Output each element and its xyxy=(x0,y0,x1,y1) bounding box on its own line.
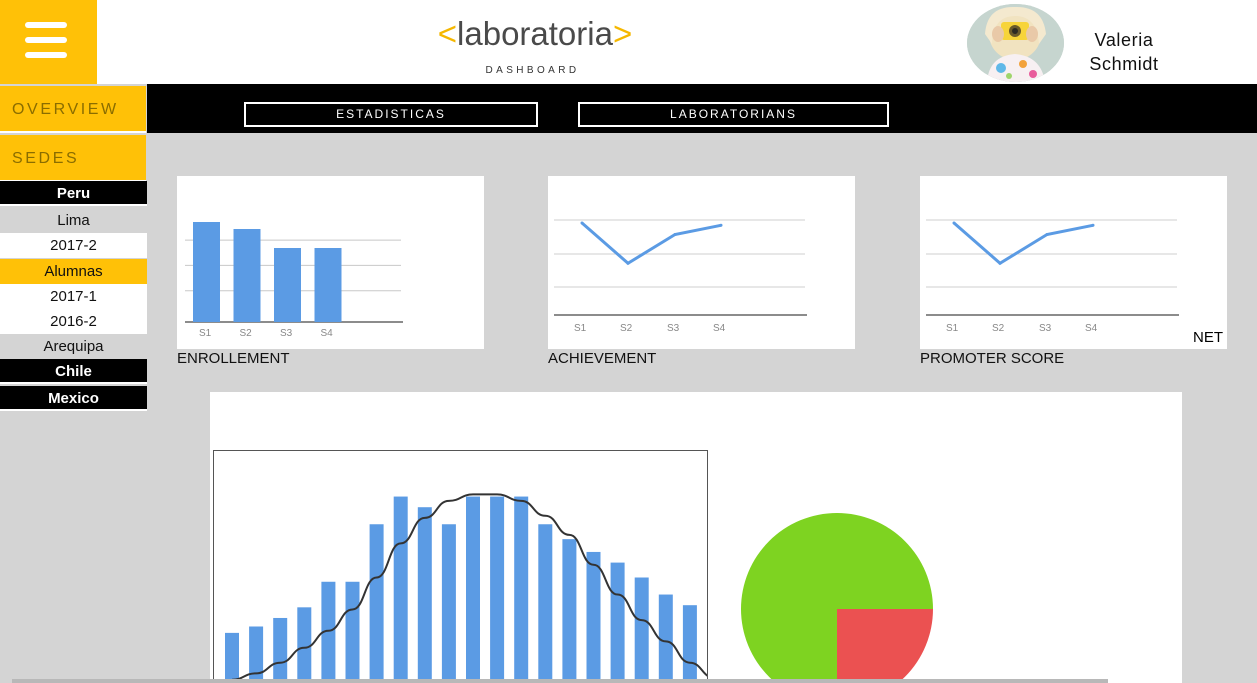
enrollment-chart: S1 S2 S3 S4 xyxy=(185,222,403,339)
sidebar: OVERVIEW SEDES Peru Lima 2017-2 Alumnas … xyxy=(0,84,147,414)
data-point xyxy=(998,261,1002,265)
bar xyxy=(441,524,456,683)
bar xyxy=(634,577,649,683)
promoter-chart: S1 S2 S3 S4 xyxy=(926,219,1179,334)
tick-label: S2 xyxy=(620,323,633,334)
tick-label: S3 xyxy=(1039,323,1052,334)
hamburger-icon xyxy=(25,22,67,28)
net-label: NET xyxy=(1193,329,1223,346)
data-point xyxy=(952,221,956,225)
hamburger-menu-button[interactable] xyxy=(0,0,97,84)
sidebar-sedes[interactable]: SEDES xyxy=(0,135,146,182)
horizontal-scrollbar[interactable] xyxy=(12,679,1108,683)
logo-bracket-close: > xyxy=(612,15,633,52)
sidebar-item-2016-2[interactable]: 2016-2 xyxy=(0,309,147,334)
sidebar-item-lima[interactable]: Lima xyxy=(0,208,147,233)
logo: <laboratoria> xyxy=(415,12,655,56)
user-last-name: Schmidt xyxy=(1089,54,1159,74)
pie-chart xyxy=(741,513,933,683)
tick-label: S4 xyxy=(1085,323,1098,334)
achievement-card: S1 S2 S3 S4 xyxy=(548,176,855,349)
bar xyxy=(193,222,220,322)
histogram-chart xyxy=(225,493,721,683)
sidebar-item-arequipa[interactable]: Arequipa xyxy=(0,334,147,359)
bar xyxy=(466,496,480,683)
bar xyxy=(225,632,239,683)
sidebar-item-peru[interactable]: Peru xyxy=(0,181,147,206)
bar xyxy=(345,581,360,683)
top-bar: <laboratoria> DASHBOARD Valeria Schmidt xyxy=(0,0,1257,84)
bar xyxy=(562,539,577,683)
hamburger-icon-line xyxy=(25,52,67,58)
nav-bar: ESTADISTICAS LABORATORIANS xyxy=(147,84,1257,133)
bar xyxy=(369,524,384,683)
enrollment-card: S1 S2 S3 S4 xyxy=(177,176,484,349)
bar xyxy=(233,229,261,322)
user-name[interactable]: Valeria Schmidt xyxy=(1079,28,1169,76)
pie-slice xyxy=(837,609,933,683)
tick-label: S1 xyxy=(199,328,212,339)
promoter-card: S1 S2 S3 S4 NET xyxy=(920,176,1227,349)
promoter-score-label: PROMOTER SCORE xyxy=(920,350,1065,367)
bar xyxy=(297,607,312,683)
tick-label: S1 xyxy=(574,323,587,334)
data-point xyxy=(1045,233,1049,236)
bar xyxy=(538,524,553,683)
bar xyxy=(514,496,529,683)
bar xyxy=(490,496,505,683)
sidebar-item-chile[interactable]: Chile xyxy=(0,359,147,384)
avatar[interactable] xyxy=(967,4,1064,82)
achievement-label: ACHIEVEMENT xyxy=(548,350,657,367)
bar xyxy=(417,507,432,683)
sidebar-item-2017-1[interactable]: 2017-1 xyxy=(0,284,147,309)
logo-bracket-open: < xyxy=(437,15,458,52)
achievement-chart: S1 S2 S3 S4 xyxy=(554,219,807,334)
tick-label: S4 xyxy=(321,328,334,339)
sidebar-item-alumnas[interactable]: Alumnas xyxy=(0,259,147,284)
hamburger-icon-line xyxy=(25,37,67,43)
series-line xyxy=(581,221,722,266)
logo-text: laboratoria xyxy=(457,15,613,52)
data-point xyxy=(626,261,630,265)
tick-label: S2 xyxy=(992,323,1005,334)
logo-subtitle: DASHBOARD xyxy=(485,65,580,76)
bar xyxy=(393,496,408,683)
data-point xyxy=(580,221,584,225)
data-point xyxy=(673,233,677,236)
sidebar-item-mexico[interactable]: Mexico xyxy=(0,386,147,411)
tick-label: S2 xyxy=(240,328,253,339)
bar xyxy=(273,617,288,683)
tick-label: S3 xyxy=(667,323,680,334)
bar xyxy=(682,605,697,683)
bar xyxy=(314,248,342,322)
estadisticas-button[interactable]: ESTADISTICAS xyxy=(244,102,538,127)
avatar-photo-icon xyxy=(967,4,1064,82)
user-first-name: Valeria xyxy=(1094,30,1154,50)
overview-panel xyxy=(210,392,1182,683)
enrollment-label: ENROLLEMENT xyxy=(177,350,290,367)
bar xyxy=(610,562,625,683)
bar xyxy=(274,248,301,322)
series-line xyxy=(953,221,1094,266)
data-point xyxy=(1091,223,1095,227)
sidebar-overview[interactable]: OVERVIEW xyxy=(0,86,146,133)
laboratorians-button[interactable]: LABORATORIANS xyxy=(578,102,889,127)
tick-label: S1 xyxy=(946,323,959,334)
histogram-frame xyxy=(213,450,721,683)
sidebar-item-2017-2[interactable]: 2017-2 xyxy=(0,233,147,258)
tick-label: S4 xyxy=(713,323,726,334)
bar xyxy=(586,551,601,683)
tick-label: S3 xyxy=(280,328,293,339)
data-point xyxy=(719,223,723,227)
